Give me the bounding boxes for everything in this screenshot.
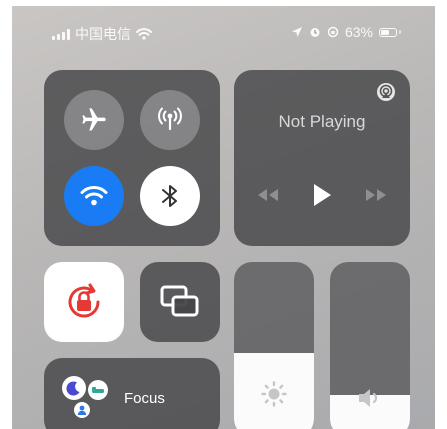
person-icon [74, 402, 90, 418]
rotation-lock-button[interactable] [44, 262, 124, 342]
airplane-mode-button[interactable] [64, 90, 124, 150]
airplane-icon [82, 108, 106, 131]
carrier-name: 中国电信 [75, 26, 131, 42]
battery-nub [399, 30, 401, 34]
battery-percentage: 63% [344, 24, 373, 40]
fast-forward-icon[interactable] [363, 187, 389, 203]
screen-mirroring-button[interactable] [140, 262, 220, 342]
bluetooth-icon [162, 185, 177, 207]
battery-level-fill [381, 29, 389, 35]
wifi-button[interactable] [64, 166, 124, 226]
wifi-icon [80, 186, 108, 206]
now-playing-tile[interactable]: Not Playing [234, 70, 410, 246]
rewind-icon[interactable] [255, 187, 281, 203]
focus-label: Focus [124, 390, 165, 407]
cellular-antenna-icon [158, 107, 182, 131]
media-controls [234, 182, 410, 208]
screen-mirroring-icon [160, 285, 199, 317]
brightness-slider[interactable] [234, 262, 314, 429]
rotation-lock-status-icon [327, 26, 339, 38]
status-left: 中国电信 [52, 24, 152, 44]
connectivity-tile [44, 70, 220, 246]
bed-icon [88, 380, 108, 400]
rotation-lock-icon [68, 283, 100, 318]
signal-strength-icon [52, 28, 70, 40]
now-playing-status: Not Playing [278, 112, 366, 131]
speaker-icon [359, 389, 378, 407]
wifi-status-icon [136, 28, 152, 40]
cellular-data-button[interactable] [140, 90, 200, 150]
brightness-icon [261, 381, 287, 407]
control-center: 中国电信 63% Not Playing Focus [12, 6, 435, 429]
battery-icon [379, 27, 397, 37]
moon-icon [62, 376, 86, 400]
status-right: 63% [291, 24, 401, 40]
airplay-icon[interactable] [376, 82, 396, 102]
location-arrow-icon [291, 27, 302, 37]
status-bar: 中国电信 63% [12, 6, 435, 58]
focus-button[interactable]: Focus [44, 358, 220, 429]
bluetooth-button[interactable] [140, 166, 200, 226]
alarm-icon [310, 28, 320, 37]
play-icon[interactable] [311, 182, 333, 208]
volume-slider[interactable] [330, 262, 410, 429]
